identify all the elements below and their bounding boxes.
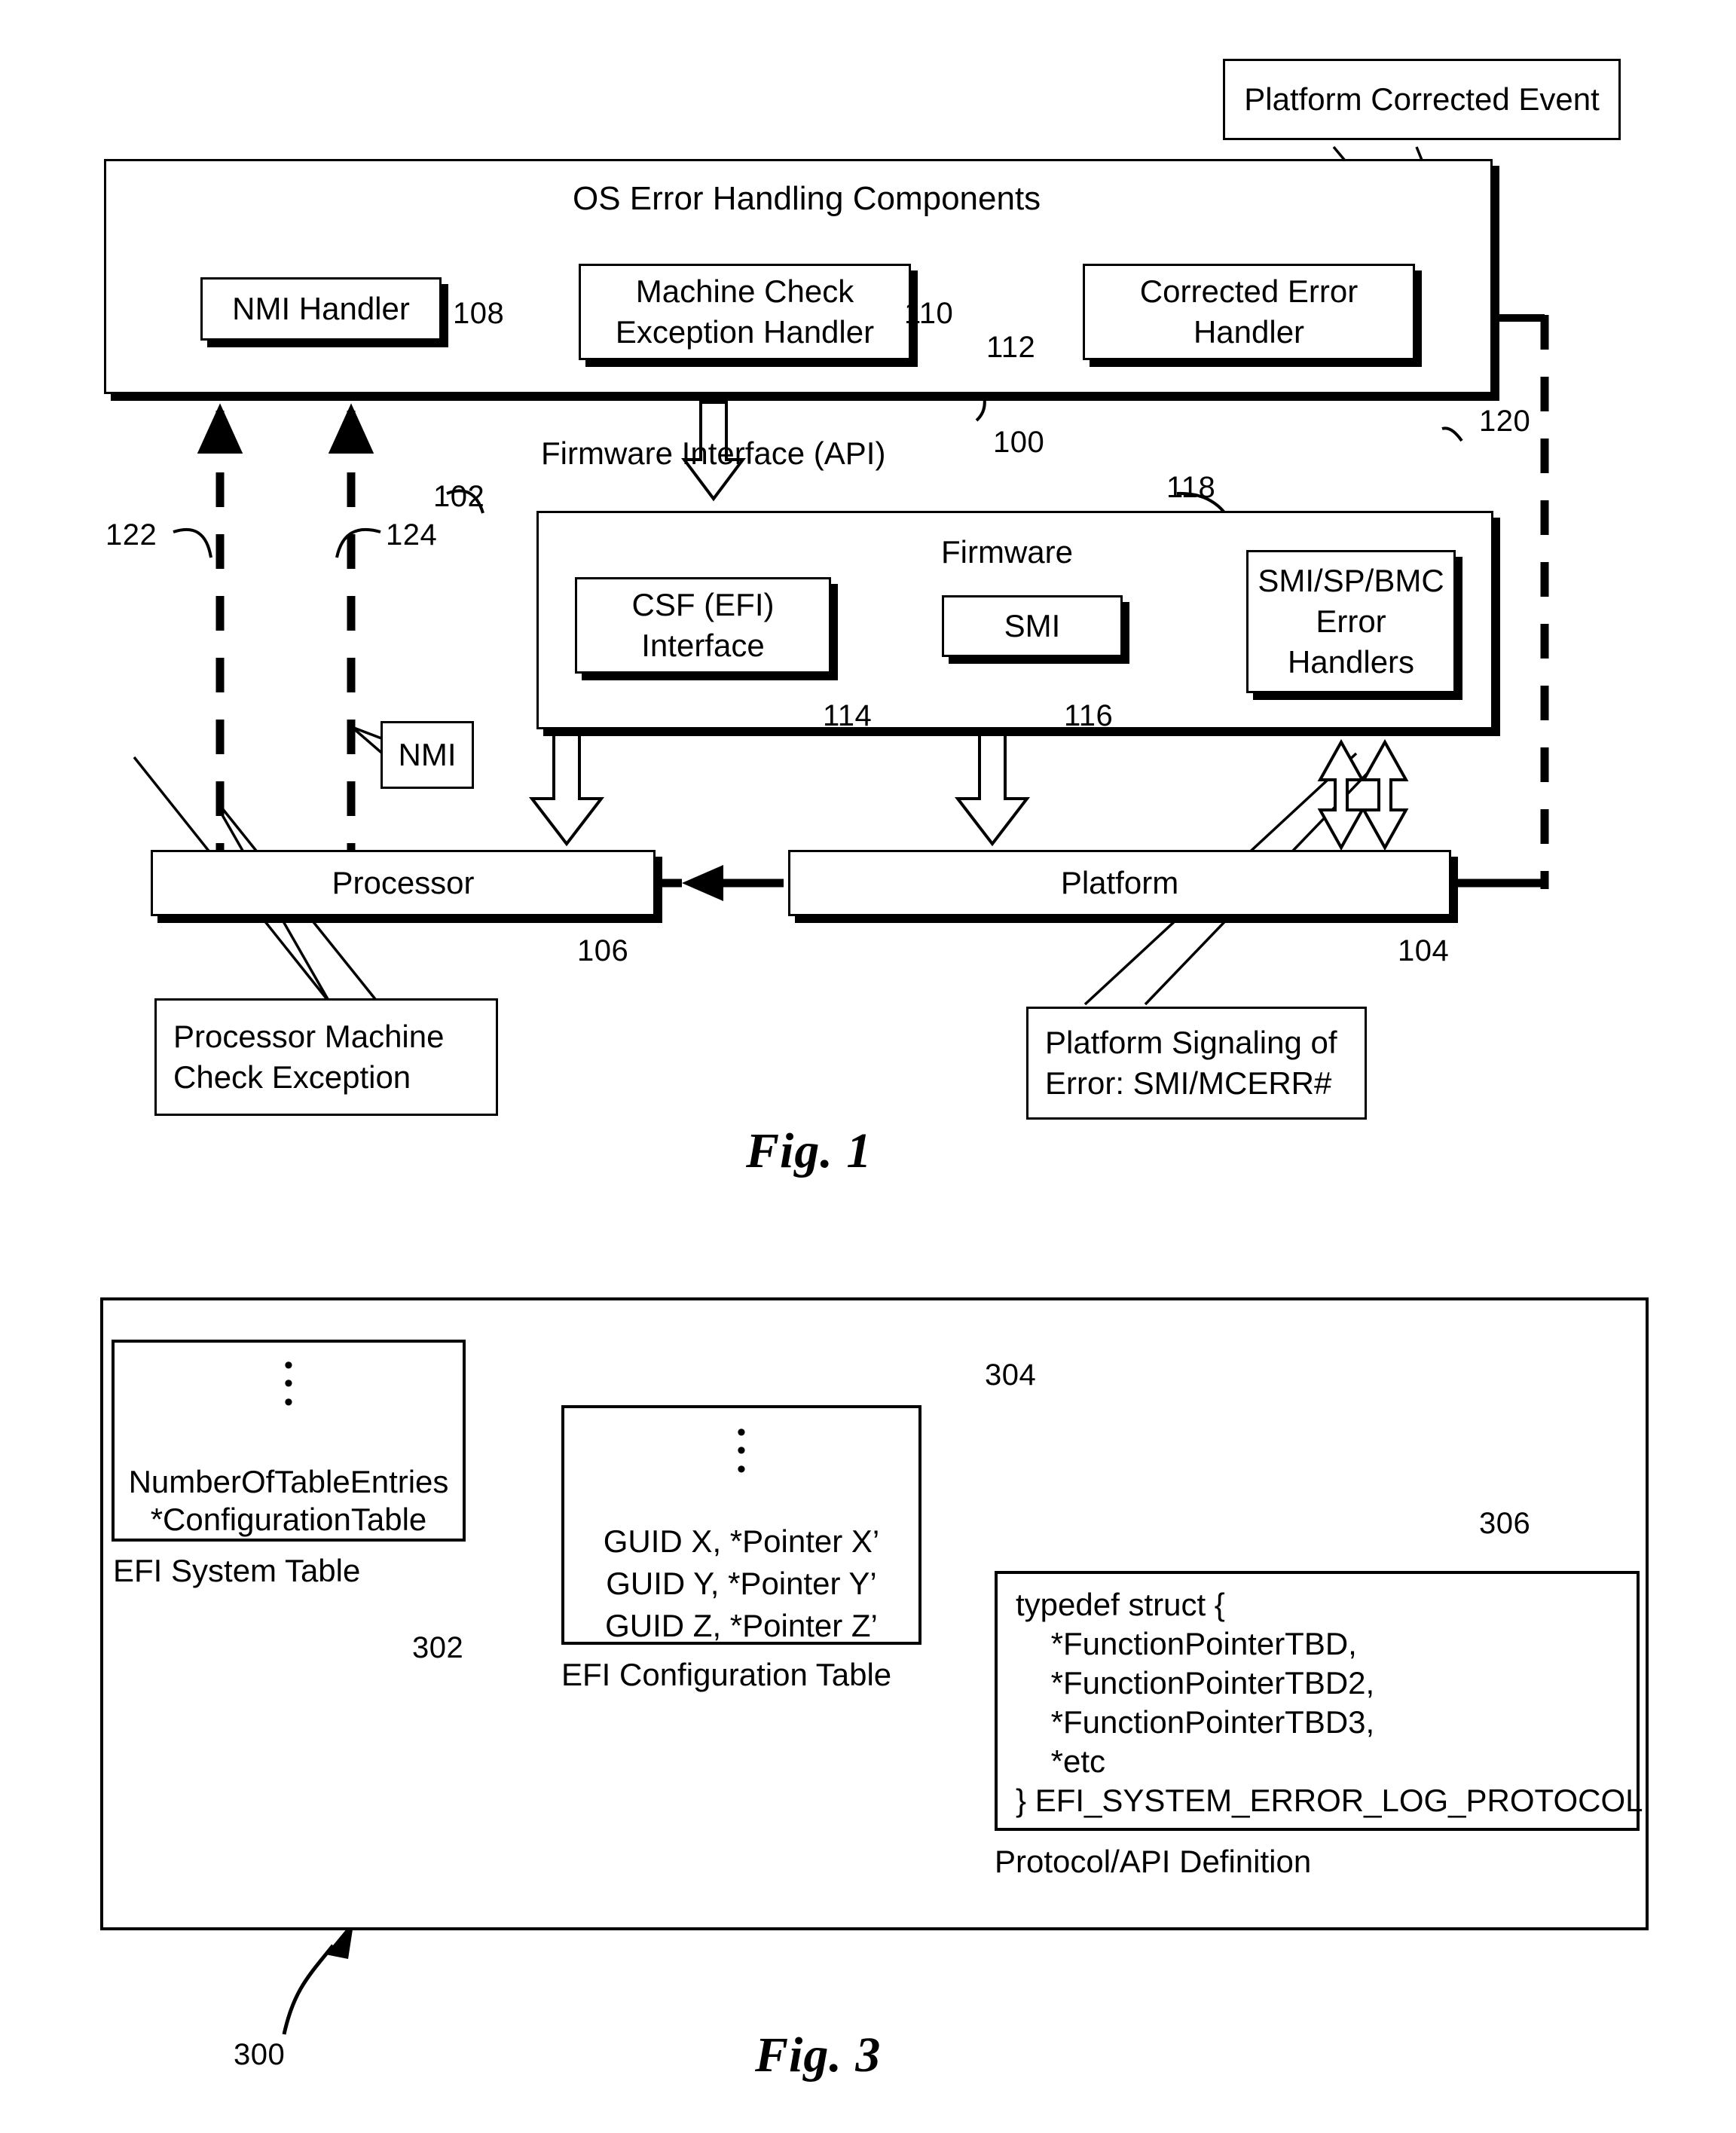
nmi-signal-label: NMI — [398, 737, 457, 773]
efi-system-table-line-0: NumberOfTableEntries — [128, 1464, 449, 1499]
csf-efi-interface-box: CSF (EFI) Interface — [575, 577, 831, 674]
ref-112: 112 — [986, 331, 1036, 364]
protocol-definition-box: typedef struct { *FunctionPointerTBD, *F… — [995, 1571, 1643, 1831]
protocol-definition-line-2: *FunctionPointerTBD2, — [1016, 1665, 1375, 1701]
efi-system-table-line-1: *ConfigurationTable — [150, 1502, 427, 1537]
callout-platform-corrected-event-label: Platform Corrected Event — [1244, 81, 1600, 118]
ref-120: 120 — [1479, 405, 1531, 438]
nmi-handler-box: NMI Handler — [200, 277, 442, 341]
ref-124: 124 — [386, 518, 438, 552]
callout-platform-signaling-of-error: Platform Signaling of Error: SMI/MCERR# — [1026, 1007, 1367, 1120]
smi-label: SMI — [1004, 608, 1061, 644]
machine-check-exception-handler-label: Machine Check Exception Handler — [615, 274, 875, 350]
firmware-interface-api-label: Firmware Interface (API) — [541, 435, 886, 471]
figure-1-caption: Fig. 1 — [746, 1123, 873, 1178]
corrected-error-handler-label: Corrected Error Handler — [1139, 274, 1359, 350]
protocol-definition-line-4: *etc — [1016, 1743, 1106, 1779]
efi-configuration-table-line-1: GUID Y, *Pointer Y’ — [606, 1566, 877, 1601]
ref-108: 108 — [453, 297, 505, 330]
corrected-error-handler-box: Corrected Error Handler — [1083, 264, 1415, 360]
platform-label: Platform — [1060, 865, 1179, 901]
protocol-definition-line-1: *FunctionPointerTBD, — [1016, 1626, 1357, 1661]
firmware-title: Firmware — [941, 534, 1073, 570]
protocol-definition-line-0: typedef struct { — [1016, 1587, 1225, 1622]
efi-configuration-table-line-0: GUID X, *Pointer X’ — [603, 1523, 880, 1559]
ref-114: 114 — [823, 699, 873, 732]
ref-100: 100 — [993, 426, 1045, 459]
callout-processor-machine-check-exception-label: Processor Machine Check Exception — [173, 1019, 445, 1095]
ref-304: 304 — [985, 1358, 1037, 1392]
figure-3-caption: Fig. 3 — [755, 2028, 882, 2083]
ref-118: 118 — [1166, 471, 1216, 504]
processor-label: Processor — [332, 865, 475, 901]
ref-110: 110 — [904, 297, 954, 330]
ref-306: 306 — [1479, 1507, 1531, 1540]
protocol-definition-line-3: *FunctionPointerTBD3, — [1016, 1704, 1375, 1740]
efi-configuration-table-line-2: GUID Z, *Pointer Z’ — [605, 1608, 878, 1643]
callout-platform-signaling-of-error-label: Platform Signaling of Error: SMI/MCERR# — [1045, 1025, 1337, 1101]
csf-efi-interface-label: CSF (EFI) Interface — [631, 587, 775, 663]
callout-platform-corrected-event: Platform Corrected Event — [1223, 59, 1621, 140]
efi-configuration-table-ellipsis: • • • — [737, 1418, 746, 1484]
platform-box: Platform — [788, 850, 1451, 916]
os-error-handling-components-title: OS Error Handling Components — [573, 180, 1041, 217]
ref-300: 300 — [234, 2038, 286, 2071]
efi-configuration-table-box: • • • GUID X, *Pointer X’ GUID Y, *Point… — [561, 1405, 921, 1645]
ref-302: 302 — [412, 1631, 464, 1664]
ref-104: 104 — [1398, 934, 1450, 967]
nmi-signal-box: NMI — [381, 721, 474, 789]
smi-sp-bmc-error-handlers-box: SMI/SP/BMC Error Handlers — [1246, 550, 1456, 693]
ref-102: 102 — [433, 480, 485, 513]
protocol-definition-caption: Protocol/API Definition — [995, 1844, 1312, 1879]
efi-configuration-table-caption: EFI Configuration Table — [561, 1657, 892, 1692]
nmi-handler-label: NMI Handler — [232, 291, 410, 327]
ref-106: 106 — [577, 934, 629, 967]
smi-box: SMI — [942, 595, 1123, 657]
processor-box: Processor — [151, 850, 656, 916]
smi-sp-bmc-error-handlers-label: SMI/SP/BMC Error Handlers — [1258, 563, 1444, 680]
machine-check-exception-handler-box: Machine Check Exception Handler — [579, 264, 911, 360]
ref-122: 122 — [105, 518, 157, 552]
ref-116: 116 — [1064, 699, 1114, 732]
efi-system-table-box: • • • NumberOfTableEntries *Configuratio… — [112, 1340, 466, 1542]
patent-figure-sheet: Platform Corrected Event OS Error Handli… — [0, 0, 1736, 2133]
efi-system-table-caption: EFI System Table — [113, 1553, 361, 1588]
protocol-definition-line-5: } EFI_SYSTEM_ERROR_LOG_PROTOCOL — [1016, 1783, 1643, 1818]
callout-processor-machine-check-exception: Processor Machine Check Exception — [154, 998, 498, 1116]
efi-system-table-ellipsis: • • • — [284, 1351, 293, 1416]
